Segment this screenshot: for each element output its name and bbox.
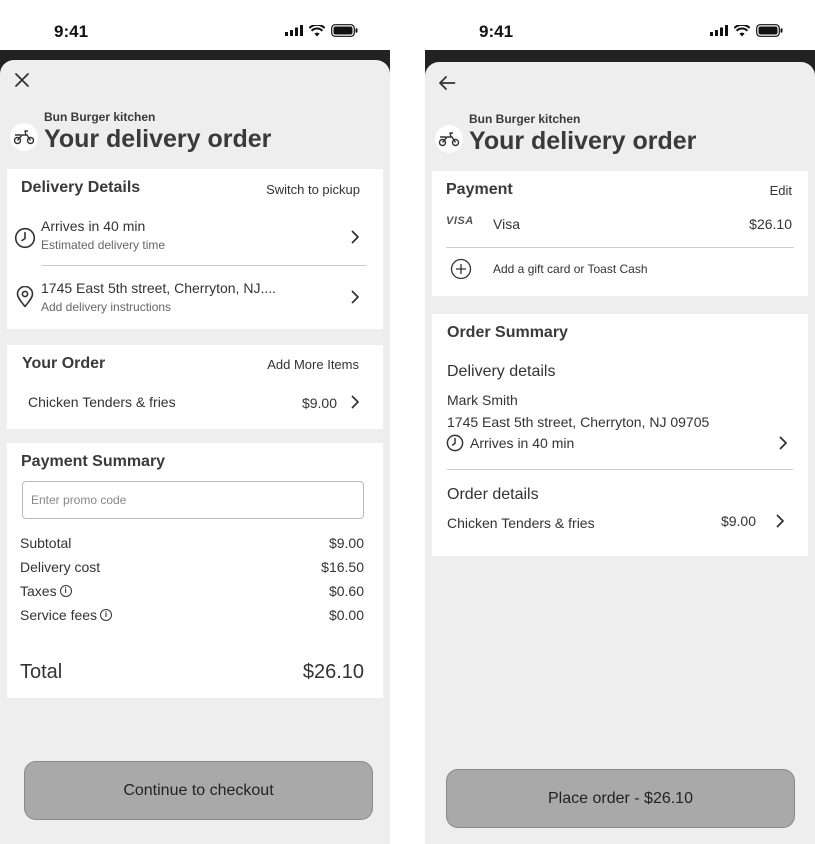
eta-main: Arrives in 40 min: [41, 218, 146, 234]
order-summary-title: Order Summary: [447, 324, 568, 341]
chevron-right-icon: [351, 290, 359, 304]
delivery-cost-label: Delivery cost: [20, 559, 101, 575]
gift-card-label: Add a gift card or Toast Cash: [493, 262, 648, 276]
order-item-name: Chicken Tenders & fries: [447, 515, 595, 531]
eta-sub: Estimated delivery time: [41, 238, 166, 252]
scooter-icon: [435, 125, 463, 153]
your-order-title: Your Order: [22, 355, 106, 372]
delivery-cost-row: Delivery cost $16.50: [20, 559, 364, 575]
total-value: $26.10: [302, 661, 364, 683]
status-icons: [710, 24, 783, 37]
delivery-details-row[interactable]: Mark Smith 1745 East 5th street, Cherryt…: [432, 390, 808, 452]
total-row: Total $26.10: [20, 661, 364, 684]
your-order-card: Your Order Add More Items Chicken Tender…: [7, 345, 383, 429]
order-header: Bun Burger kitchen Your delivery order: [10, 110, 271, 153]
card-name: Visa: [493, 216, 520, 232]
close-icon[interactable]: [10, 68, 34, 92]
clock-icon: [14, 227, 36, 249]
page-title: Your delivery order: [469, 127, 697, 155]
order-item-price: $9.00: [301, 395, 337, 411]
back-arrow-icon[interactable]: [435, 71, 459, 95]
delivery-details-title: Delivery details: [447, 363, 556, 380]
order-details-row[interactable]: Chicken Tenders & fries $9.00: [432, 512, 808, 534]
signal-icon: [710, 25, 728, 36]
restaurant-name: Bun Burger kitchen: [44, 110, 156, 124]
plus-circle-icon: [450, 258, 472, 280]
service-fees-row: Service fees i $0.00: [20, 607, 364, 623]
page-title: Your delivery order: [44, 125, 272, 153]
delivery-details-card: Delivery Details Switch to pickup Arrive…: [7, 169, 383, 329]
order-item-price: $9.00: [720, 513, 756, 529]
edit-payment-link[interactable]: Edit: [770, 183, 792, 198]
battery-icon: [331, 24, 358, 37]
chevron-right-icon: [776, 514, 784, 528]
clock-icon: [446, 434, 464, 452]
delivery-details-title: Delivery Details: [21, 179, 141, 196]
chevron-right-icon: [351, 395, 359, 409]
service-fees-value: $0.00: [328, 607, 364, 623]
payment-summary-card: Payment Summary Subtotal $9.00 Delivery …: [7, 443, 383, 698]
divider: [446, 247, 794, 248]
subtotal-value: $9.00: [328, 535, 364, 551]
switch-to-pickup-link[interactable]: Switch to pickup: [266, 182, 360, 197]
subtotal-label: Subtotal: [20, 535, 72, 551]
subtotal-row: Subtotal $9.00: [20, 535, 364, 551]
signal-icon: [285, 25, 303, 36]
order-item-row[interactable]: Chicken Tenders & fries $9.00: [7, 393, 383, 413]
taxes-label: Taxes: [20, 583, 57, 599]
place-order-button[interactable]: Place order - $26.10: [446, 769, 795, 828]
delivery-order-screen: 9:41 Bun Burger kitchen Your delivery or…: [0, 0, 390, 844]
info-icon[interactable]: i: [59, 585, 72, 597]
order-item-name: Chicken Tenders & fries: [28, 394, 176, 410]
address-sub: Add delivery instructions: [41, 300, 172, 314]
wifi-icon: [309, 24, 325, 36]
info-icon[interactable]: i: [100, 609, 113, 621]
status-bar: 9:41: [0, 0, 390, 50]
taxes-row: Taxes i $0.60: [20, 583, 364, 599]
taxes-value: $0.60: [328, 583, 364, 599]
delivery-address: 1745 East 5th street, Cherryton, NJ 0970…: [447, 414, 710, 430]
divider: [447, 469, 793, 470]
card-amount: $26.10: [749, 216, 792, 232]
status-time: 9:41: [479, 22, 514, 41]
promo-code-input[interactable]: [22, 481, 364, 519]
divider: [41, 265, 367, 266]
address-main: 1745 East 5th street, Cherryton, NJ....: [41, 280, 276, 296]
wifi-icon: [734, 24, 750, 36]
payment-title: Payment: [446, 181, 513, 198]
location-pin-icon: [16, 286, 34, 308]
checkout-sheet: Bun Burger kitchen Your delivery order P…: [425, 62, 815, 844]
delivery-eta: Arrives in 40 min: [470, 435, 575, 451]
order-sheet: Bun Burger kitchen Your delivery order D…: [0, 60, 390, 844]
status-time: 9:41: [54, 22, 89, 41]
restaurant-name: Bun Burger kitchen: [469, 112, 581, 126]
eta-row[interactable]: Arrives in 40 min Estimated delivery tim…: [7, 217, 383, 257]
status-bar: 9:41: [425, 0, 815, 50]
order-summary-card: Order Summary Delivery details Mark Smit…: [432, 314, 808, 556]
chevron-right-icon: [779, 436, 787, 450]
payment-card: Payment Edit VISA Visa $26.10 Add a gift…: [432, 171, 808, 296]
add-more-items-link[interactable]: Add More Items: [267, 357, 359, 372]
chevron-right-icon: [351, 230, 359, 244]
gift-card-row[interactable]: Add a gift card or Toast Cash: [432, 257, 808, 281]
total-label: Total: [20, 661, 63, 683]
order-details-title: Order details: [447, 486, 539, 503]
order-header: Bun Burger kitchen Your delivery order: [435, 112, 696, 155]
scooter-icon: [10, 123, 38, 151]
checkout-screen: 9:41 Bun Burger kitchen Your delivery or…: [425, 0, 815, 844]
visa-card-row[interactable]: VISA Visa $26.10: [432, 213, 808, 235]
battery-icon: [756, 24, 783, 37]
status-icons: [285, 24, 358, 37]
customer-name: Mark Smith: [447, 392, 518, 408]
continue-to-checkout-button[interactable]: Continue to checkout: [24, 761, 373, 820]
delivery-cost-value: $16.50: [321, 559, 364, 575]
address-row[interactable]: 1745 East 5th street, Cherryton, NJ.... …: [7, 278, 383, 318]
visa-card-icon: VISA: [446, 215, 474, 227]
service-fees-label: Service fees: [20, 607, 98, 623]
payment-summary-title: Payment Summary: [21, 453, 166, 470]
